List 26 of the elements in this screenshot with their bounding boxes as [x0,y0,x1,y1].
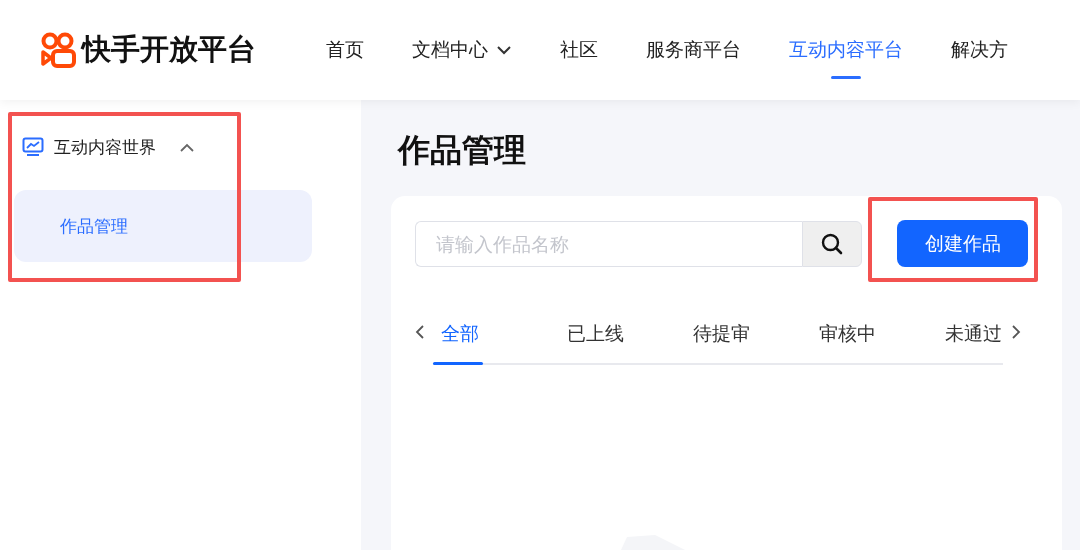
chevron-right-icon[interactable] [1011,324,1021,340]
camera-logo-icon [40,31,78,69]
filter-tab[interactable]: 待提审 [685,313,811,363]
nav-tab[interactable]: 首页 [326,25,364,75]
nav-tab[interactable]: 社区 [560,25,598,75]
filter-tab[interactable]: 未通过 [937,313,1043,363]
logo-text: 快手开放平台 [82,31,256,68]
nav-tab[interactable]: 解决方 [951,25,1008,75]
filter-tab[interactable]: 全部 [433,313,559,363]
page-title: 作品管理 [398,130,527,171]
nav-tab[interactable]: 互动内容平台 [789,25,903,75]
sidebar-group-header[interactable]: 互动内容世界 [14,134,241,160]
active-tab-indicator [831,76,861,79]
sidebar-item[interactable]: 作品管理 [14,190,312,262]
create-work-button[interactable]: 创建作品 [897,220,1028,267]
nav-tab[interactable]: 文档中心 [412,25,512,75]
search-field[interactable]: 请输入作品名称 [415,220,802,267]
sidebar-group-label: 互动内容世界 [54,135,156,159]
search-button[interactable] [802,220,862,267]
search-icon [820,231,844,256]
filter-tab[interactable]: 审核中 [811,313,937,363]
filter-tab[interactable]: 已上线 [559,313,685,363]
active-tab-indicator [433,362,483,365]
chevron-left-icon[interactable] [415,324,425,340]
nav-tab[interactable]: 服务商平台 [646,25,741,75]
monitor-chart-icon [22,137,44,157]
